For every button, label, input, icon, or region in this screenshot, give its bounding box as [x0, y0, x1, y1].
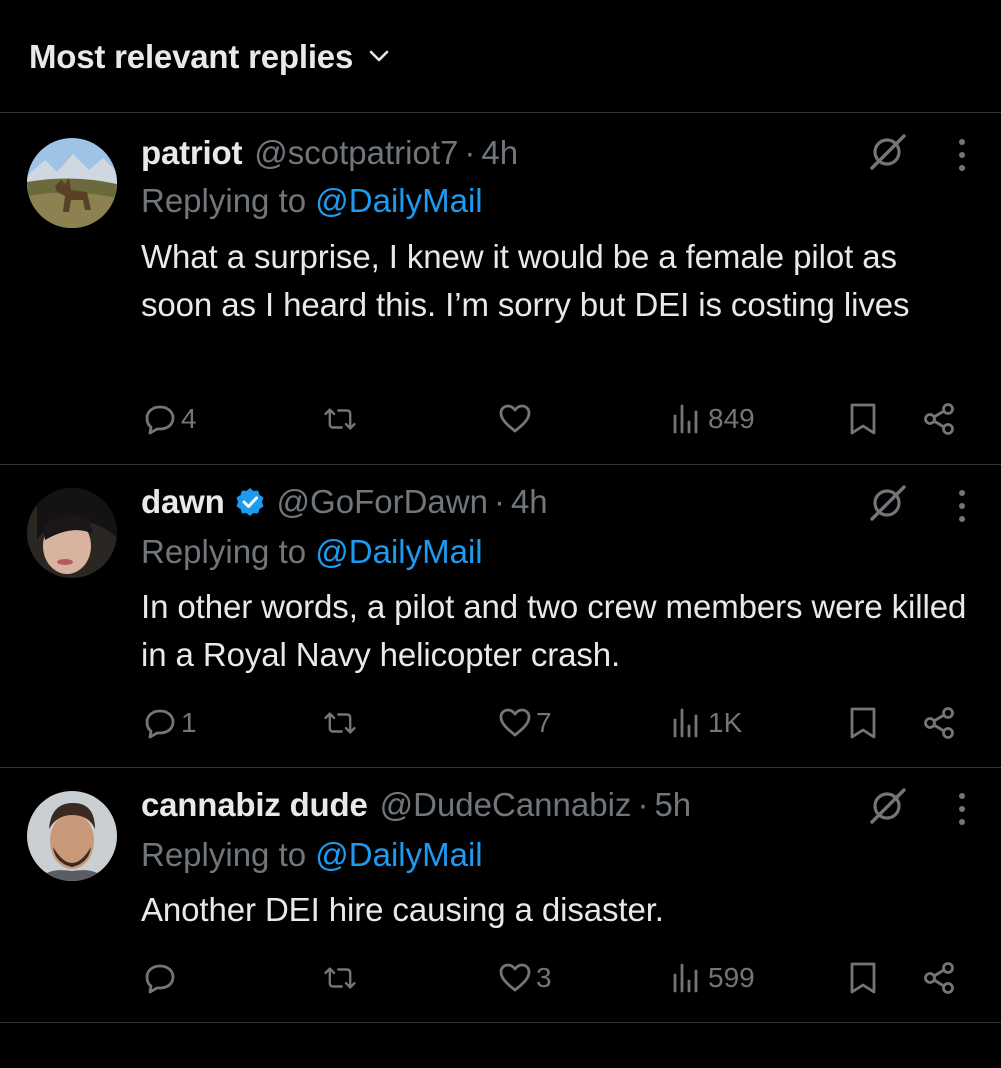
replying-mention[interactable]: @DailyMail [315, 182, 482, 219]
more-vertical-icon[interactable] [948, 485, 976, 527]
reply-item[interactable]: dawn @GoForDawn · 4h Replying to @DailyM… [0, 465, 1001, 768]
grok-icon[interactable] [866, 130, 908, 172]
separator-dot: · [464, 134, 476, 171]
view-count: 599 [708, 962, 755, 993]
like-count: 7 [536, 707, 552, 738]
share-button[interactable] [922, 397, 956, 441]
reply-text: Another DEI hire causing a disaster. [141, 891, 664, 928]
reply-text: What a surprise, I knew it would be a fe… [141, 238, 910, 323]
views-icon [670, 402, 704, 436]
separator-dot: · [637, 786, 649, 823]
reply-button[interactable]: 1 [143, 701, 197, 745]
replying-mention[interactable]: @DailyMail [315, 533, 482, 570]
retweet-button[interactable] [323, 701, 361, 745]
avatar[interactable] [27, 488, 117, 578]
share-button[interactable] [922, 956, 956, 1000]
bookmark-icon [846, 402, 880, 436]
retweet-icon [323, 961, 357, 995]
reply-button[interactable] [143, 956, 181, 1000]
replying-to: Replying to @DailyMail [141, 836, 483, 874]
reply-item[interactable]: cannabiz dude @DudeCannabiz · 5h Replyin… [0, 768, 1001, 1023]
reply-icon [143, 706, 177, 740]
replying-to: Replying to @DailyMail [141, 182, 483, 220]
like-count: 3 [536, 962, 552, 993]
verified-badge-icon [235, 487, 265, 517]
like-button[interactable]: 7 [498, 701, 552, 745]
view-count: 849 [708, 403, 755, 434]
more-vertical-icon[interactable] [948, 788, 976, 830]
avatar[interactable] [27, 791, 117, 881]
sort-dropdown[interactable]: Most relevant replies [29, 38, 391, 76]
retweet-button[interactable] [323, 397, 361, 441]
timestamp[interactable]: 4h [481, 134, 518, 172]
heart-icon [498, 961, 532, 995]
retweet-icon [323, 402, 357, 436]
separator-dot: · [493, 483, 505, 520]
share-button[interactable] [922, 701, 956, 745]
action-bar: 1 7 1K [0, 701, 1001, 745]
reply-icon [143, 402, 177, 436]
avatar[interactable] [27, 138, 117, 228]
retweet-icon [323, 706, 357, 740]
author-name[interactable]: cannabiz dude [141, 786, 368, 824]
heart-icon [498, 706, 532, 740]
reply-text: In other words, a pilot and two crew mem… [141, 588, 967, 673]
author-name[interactable]: patriot [141, 134, 242, 172]
action-bar: 3 599 [0, 956, 1001, 1000]
author-handle[interactable]: @scotpatriot7 [254, 134, 458, 172]
reply-item[interactable]: patriot @scotpatriot7 · 4h Replying to @… [0, 114, 1001, 465]
bookmark-button[interactable] [846, 397, 880, 441]
replying-prefix: Replying to [141, 836, 316, 873]
action-bar: 4 849 [0, 397, 1001, 441]
replying-prefix: Replying to [141, 182, 316, 219]
more-vertical-icon[interactable] [948, 134, 976, 176]
like-button[interactable] [498, 397, 536, 441]
chevron-down-icon [367, 38, 391, 76]
timestamp[interactable]: 4h [511, 483, 548, 521]
share-icon [922, 706, 956, 740]
replying-prefix: Replying to [141, 533, 316, 570]
replying-to: Replying to @DailyMail [141, 533, 483, 571]
grok-icon[interactable] [866, 784, 908, 826]
replies-sort-header: Most relevant replies [0, 0, 1001, 113]
views-icon [670, 706, 704, 740]
bookmark-button[interactable] [846, 701, 880, 745]
reply-button[interactable]: 4 [143, 397, 197, 441]
reply-count: 4 [181, 403, 197, 434]
views-icon [670, 961, 704, 995]
share-icon [922, 961, 956, 995]
replying-mention[interactable]: @DailyMail [315, 836, 482, 873]
like-button[interactable]: 3 [498, 956, 552, 1000]
reply-count: 1 [181, 707, 197, 738]
grok-icon[interactable] [866, 481, 908, 523]
bookmark-button[interactable] [846, 956, 880, 1000]
author-name[interactable]: dawn [141, 483, 225, 521]
bookmark-icon [846, 706, 880, 740]
bookmark-icon [846, 961, 880, 995]
views-button[interactable]: 849 [670, 397, 755, 441]
views-button[interactable]: 1K [670, 701, 742, 745]
sort-label: Most relevant replies [29, 38, 354, 75]
retweet-button[interactable] [323, 956, 361, 1000]
reply-icon [143, 961, 177, 995]
author-handle[interactable]: @DudeCannabiz [380, 786, 632, 824]
views-button[interactable]: 599 [670, 956, 755, 1000]
share-icon [922, 402, 956, 436]
author-handle[interactable]: @GoForDawn [277, 483, 488, 521]
timestamp[interactable]: 5h [654, 786, 691, 824]
heart-icon [498, 402, 532, 436]
view-count: 1K [708, 707, 743, 738]
